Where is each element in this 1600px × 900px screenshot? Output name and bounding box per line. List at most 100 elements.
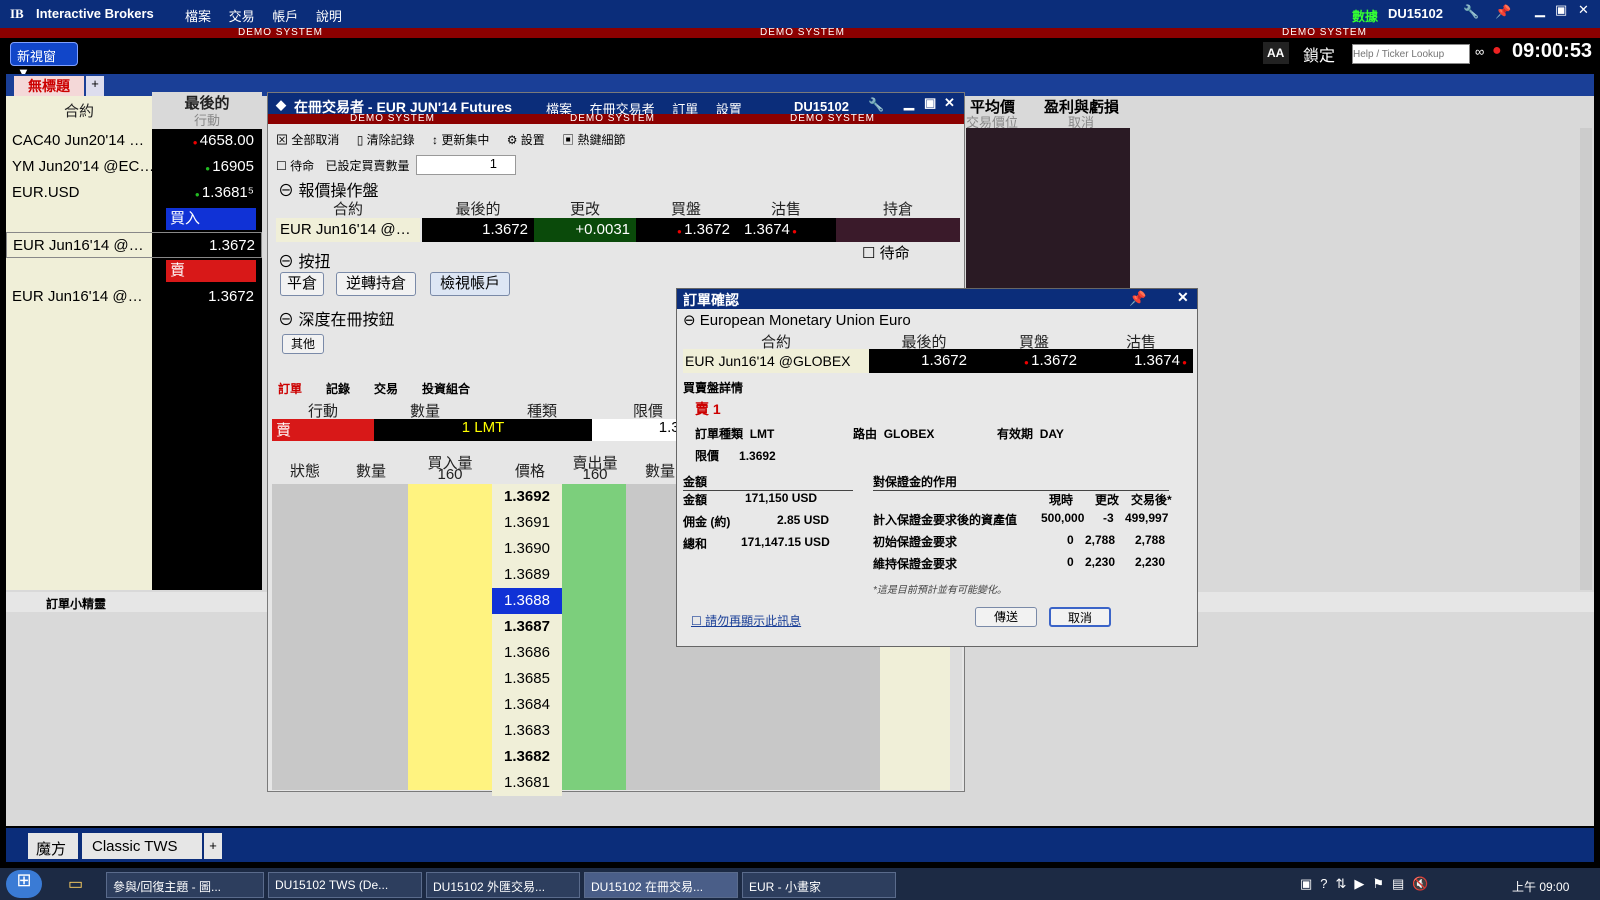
row-last: ● 16905: [205, 158, 254, 175]
maximize-icon[interactable]: ▣: [924, 95, 936, 111]
menu-file[interactable]: 檔案: [185, 9, 211, 24]
ladder-sell-column[interactable]: [562, 484, 626, 790]
ladder-price[interactable]: 1.3681: [492, 770, 562, 796]
font-size-button[interactable]: AA: [1263, 42, 1289, 64]
tif-row: 有效期 DAY: [997, 427, 1064, 441]
list-item[interactable]: EUR.USD ● 1.3681⁵: [6, 180, 262, 206]
tab-cube[interactable]: 魔方: [28, 833, 78, 859]
demo-label: DEMO SYSTEM: [790, 113, 875, 124]
list-item[interactable]: 買入: [6, 206, 262, 232]
amount-rows: 金額 171,150 USD 佣金 (約) 2.85 USD 總和 171,147.1…: [683, 491, 830, 551]
pin-icon[interactable]: 📌: [1129, 290, 1146, 307]
ladder-price[interactable]: 1.3685: [492, 666, 562, 692]
tab-trades[interactable]: 交易: [374, 380, 398, 397]
folder-icon[interactable]: ▭: [68, 874, 83, 894]
close-icon[interactable]: ✕: [1578, 2, 1589, 18]
add-tab-button[interactable]: +: [86, 76, 104, 96]
ladder-status-qty: [272, 484, 408, 790]
other-button[interactable]: 其他: [282, 334, 324, 354]
ladder-prices: 1.3692 1.3691 1.3690 1.3689 1.3688 1.368…: [492, 484, 562, 796]
ladder-price[interactable]: 1.3692: [492, 484, 562, 510]
close-icon[interactable]: ✕: [1177, 289, 1189, 306]
data-label[interactable]: 數據: [1352, 6, 1378, 25]
standby2-checkbox[interactable]: ☐: [862, 245, 875, 262]
minimize-icon[interactable]: ▁: [1535, 2, 1545, 18]
taskbar-item[interactable]: DU15102 在冊交易...: [584, 872, 738, 898]
standby-row: ☐ 待命 已設定買賣數量: [276, 157, 409, 174]
link-icon[interactable]: ∞: [1475, 44, 1484, 59]
qcol-contract: 合約: [332, 201, 363, 218]
ib-logo: IB: [10, 6, 24, 21]
close-position-button[interactable]: 平倉: [280, 272, 324, 296]
list-item[interactable]: EUR Jun16'14 @… 1.3672: [6, 232, 262, 258]
standby-label: 待命: [290, 159, 315, 173]
menu-trade[interactable]: 交易: [229, 9, 255, 24]
ladder-price[interactable]: 1.3687: [492, 614, 562, 640]
menu-help[interactable]: 說明: [316, 9, 342, 24]
ladder-price[interactable]: 1.3688: [492, 588, 562, 614]
list-item[interactable]: EUR Jun16'14 @… 1.3672: [6, 284, 262, 310]
tab-log[interactable]: 記錄: [326, 380, 350, 397]
tab-portfolio[interactable]: 投資組合: [422, 380, 470, 397]
minimize-icon[interactable]: ▁: [904, 95, 914, 111]
start-button[interactable]: ⊞: [6, 870, 42, 898]
alert-icon[interactable]: ●: [1492, 42, 1502, 60]
tab-classic-tws[interactable]: Classic TWS: [82, 833, 202, 859]
taskbar-item[interactable]: DU15102 TWS (De...: [268, 872, 422, 898]
row-last: 1.3672: [209, 237, 255, 254]
ticker-lookup-input[interactable]: [1352, 44, 1470, 64]
lock-label[interactable]: 鎖定: [1303, 42, 1335, 66]
wrench-icon[interactable]: 🔧: [868, 97, 884, 113]
list-item[interactable]: YM Jun20'14 @EC… ● 16905: [6, 154, 262, 180]
quote-bid[interactable]: ● 1.3672: [636, 218, 736, 242]
wrench-icon[interactable]: 🔧: [1463, 4, 1479, 20]
recenter-button[interactable]: ↕ 更新集中: [432, 133, 489, 147]
transmit-button[interactable]: 傳送: [975, 607, 1037, 627]
new-window-button[interactable]: 新視窗 ▼: [10, 42, 78, 80]
ladder-price[interactable]: 1.3686: [492, 640, 562, 666]
order-wizard-label: 訂單小精靈: [46, 597, 107, 611]
list-item[interactable]: CAC40 Jun20'14 … ● 4658.00: [6, 128, 262, 154]
pin-icon[interactable]: 📌: [1495, 4, 1511, 20]
ladder-price[interactable]: 1.3682: [492, 744, 562, 770]
view-account-button[interactable]: 檢視帳戶: [430, 272, 510, 296]
add-tab-button[interactable]: +: [204, 833, 222, 859]
ladder-price[interactable]: 1.3689: [492, 562, 562, 588]
sell-button[interactable]: 賣: [166, 260, 256, 282]
scrollbar[interactable]: [1580, 128, 1592, 590]
ocol-type: 種類: [526, 403, 557, 420]
quantity-stepper[interactable]: 1: [416, 155, 516, 175]
ladder-price[interactable]: 1.3684: [492, 692, 562, 718]
ladder-price[interactable]: 1.3683: [492, 718, 562, 744]
sell-vol-total: 160: [582, 466, 608, 483]
ladder-price[interactable]: 1.3690: [492, 536, 562, 562]
tab-orders[interactable]: 訂單: [278, 380, 302, 397]
col-action-header: 行動: [152, 110, 262, 129]
quote-ask[interactable]: 1.3674 ●: [736, 218, 836, 242]
taskbar-item[interactable]: DU15102 外匯交易...: [426, 872, 580, 898]
taskbar-item[interactable]: 參與/回復主題 - 圖...: [106, 872, 264, 898]
ladder-buy-column[interactable]: [408, 484, 492, 790]
tab-untitled[interactable]: 無標題: [14, 76, 84, 96]
hotkey-button[interactable]: ▣ 熱鍵細節: [562, 133, 625, 147]
quote-row[interactable]: EUR Jun16'14 @… 1.3672 +0.0031 ● 1.3672 …: [276, 218, 960, 242]
cancel-all-button[interactable]: ⊠ 全部取消: [276, 133, 339, 147]
reverse-position-button[interactable]: 逆轉持倉: [336, 272, 416, 296]
close-icon[interactable]: ✕: [944, 95, 955, 111]
buy-button[interactable]: 買入: [166, 208, 256, 230]
cancel-button[interactable]: 取消: [1049, 607, 1111, 627]
menu-account[interactable]: 帳戶: [272, 9, 298, 24]
order-row[interactable]: 賣 1 LMT 1.36: [272, 419, 692, 441]
taskbar-item[interactable]: EUR - 小畫家: [742, 872, 896, 898]
quote-change: +0.0031: [534, 218, 636, 242]
clear-log-button[interactable]: ▯ 清除記錄: [357, 133, 415, 147]
tray-icons[interactable]: ▣?⇅▶⚑▤🔇: [1300, 876, 1437, 892]
demo-label: DEMO SYSTEM: [570, 113, 655, 124]
standby-checkbox[interactable]: ☐: [276, 159, 287, 173]
ladder-price[interactable]: 1.3691: [492, 510, 562, 536]
maximize-icon[interactable]: ▣: [1555, 2, 1567, 18]
no-show-checkbox[interactable]: ☐: [691, 614, 702, 628]
list-item[interactable]: 賣: [6, 258, 262, 284]
settings-button[interactable]: ⚙ 設置: [507, 133, 545, 147]
demo-label: DEMO SYSTEM: [350, 113, 435, 124]
